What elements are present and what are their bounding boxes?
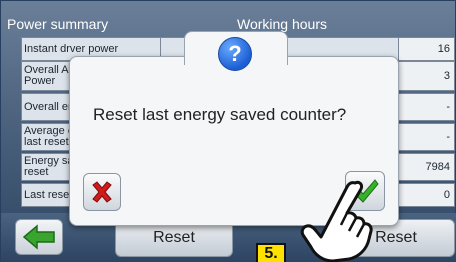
cancel-button[interactable] [83,173,121,211]
back-button[interactable] [15,219,63,255]
dialog-message: Reset last energy saved counter? [93,105,347,124]
red-x-icon [92,181,112,203]
back-arrow-icon [22,224,55,250]
row-value: 16 [437,43,450,55]
row-value: - [446,131,450,143]
hmi-screen: Power summary Working hours Instant drve… [0,0,456,262]
row-value: 7984 [425,161,450,173]
row-value: 0 [443,189,450,201]
step-badge: 5. [256,243,286,262]
question-icon: ? [218,37,252,71]
row-value: 3 [443,70,450,82]
pointing-hand-icon [300,180,373,262]
row-value: - [446,101,450,113]
power-summary-title: Power summary [7,16,109,32]
